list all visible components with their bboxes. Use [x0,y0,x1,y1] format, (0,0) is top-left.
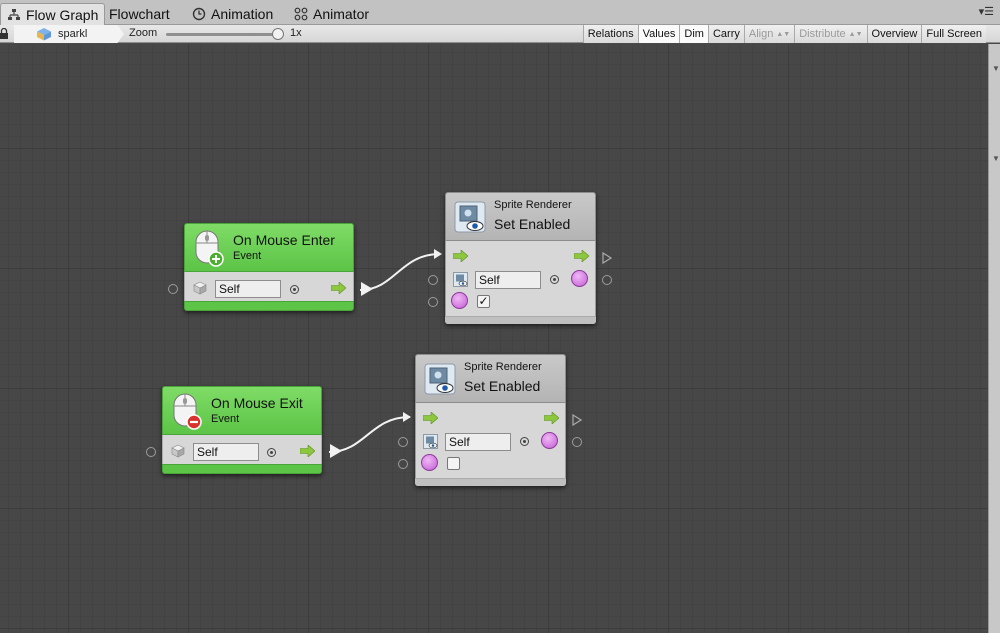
toolbar-buttons: Relations Values Dim Carry Align ▲▼ Distr… [582,25,986,43]
target-field[interactable]: Self [215,280,281,298]
sprite-renderer-icon [454,201,486,233]
value-input-port[interactable] [428,297,438,307]
tab-menu-icon[interactable]: ▾☰ [979,5,994,18]
set-enabled-node-1[interactable]: Sprite Renderer Set Enabled Self ✓ [445,192,596,324]
updown-arrow-icon: ▲▼ [776,30,791,38]
carry-button[interactable]: Carry [707,25,744,43]
chevron-down-icon[interactable]: ▼ [992,64,1000,73]
value-input-port[interactable] [451,292,468,309]
flow-input-arrow-icon[interactable] [453,250,468,262]
tab-animation[interactable]: Animation [186,3,279,25]
target-icon[interactable] [520,437,529,446]
mouse-exit-icon [173,393,202,430]
value-output-port[interactable] [541,432,558,449]
tab-flow-graph[interactable]: Flow Graph [0,3,106,25]
zoom-value: 1x [290,27,302,39]
event-input-port[interactable] [168,284,178,294]
side-panel: ▼ ▼ [988,44,1000,633]
component-name: Sprite Renderer [494,199,572,211]
tab-label: Flowchart [109,6,170,22]
breadcrumb[interactable]: sparkl [14,25,124,43]
flow-input-arrow-icon[interactable] [423,412,438,424]
distribute-label: Distribute [799,28,846,40]
flow-output-arrow-icon[interactable] [300,445,315,457]
node-title: Set Enabled [494,216,571,232]
values-button[interactable]: Values [637,25,680,43]
node-footer [184,301,354,311]
node-subtitle: Event [233,250,262,262]
node-footer [162,464,322,474]
target-icon[interactable] [267,448,276,457]
node-footer [415,478,566,486]
target-field[interactable]: Self [445,433,511,451]
value-input-port[interactable] [421,454,438,471]
flow-output-arrow-icon[interactable] [331,282,346,294]
zoom-slider[interactable] [166,33,280,36]
target-icon[interactable] [550,275,559,284]
cube-icon [171,444,185,458]
distribute-button[interactable]: Distribute ▲▼ [794,25,867,43]
tab-label: Animator [313,6,370,22]
enabled-checkbox[interactable]: ✓ [477,295,490,308]
align-label: Align [748,28,774,40]
tab-flowchart[interactable]: Flowchart [103,3,176,25]
tab-label: Animation [211,6,274,22]
clock-icon [192,7,206,21]
flow-output-arrow-icon[interactable] [544,412,559,424]
value-output-port[interactable] [572,437,582,447]
flow-output-triangle-icon[interactable] [602,252,612,264]
flow-graph-window: Flow Graph Flowchart Animation Animator … [0,0,1000,633]
target-input-port[interactable] [428,275,438,285]
value-output-port[interactable] [571,270,588,287]
mouse-enter-icon [195,230,224,267]
node-subtitle: Event [211,413,240,425]
toolbar: sparkl Zoom 1x Relations Values Dim Carr… [0,25,1000,43]
target-field[interactable]: Self [193,443,259,461]
component-name: Sprite Renderer [464,361,542,373]
on-mouse-enter-node[interactable]: On Mouse Enter Event Self [184,223,354,311]
updown-arrow-icon: ▲▼ [848,30,863,38]
relations-button[interactable]: Relations [582,25,638,43]
full-screen-button[interactable]: Full Screen [921,25,986,43]
dim-button[interactable]: Dim [679,25,708,43]
sprite-renderer-icon [453,272,468,287]
hierarchy-icon [8,8,20,20]
target-field[interactable]: Self [475,271,541,289]
target-input-port[interactable] [398,437,408,447]
lock-icon[interactable] [0,28,8,39]
node-footer [445,316,596,324]
sprite-renderer-icon [423,434,438,449]
cube-icon [193,281,207,295]
tab-label: Flow Graph [26,6,99,23]
set-enabled-node-2[interactable]: Sprite Renderer Set Enabled Self [415,354,566,486]
node-title: On Mouse Exit [211,395,303,411]
sprite-renderer-icon [424,363,456,395]
gameobject-icon [37,28,51,41]
enabled-checkbox[interactable] [447,457,460,470]
align-button[interactable]: Align ▲▼ [743,25,795,43]
overview-button[interactable]: Overview [866,25,922,43]
tab-bar: Flow Graph Flowchart Animation Animator … [0,0,1000,25]
node-title: Set Enabled [464,378,541,394]
animator-icon [294,7,308,21]
flow-output-triangle-icon[interactable] [572,414,582,426]
value-input-port[interactable] [398,459,408,469]
event-input-port[interactable] [146,447,156,457]
chevron-down-icon[interactable]: ▼ [992,154,1000,163]
graph-canvas[interactable] [0,44,988,633]
target-icon[interactable] [290,285,299,294]
zoom-slider-thumb[interactable] [272,28,284,40]
flow-output-arrow-icon[interactable] [574,250,589,262]
node-title: On Mouse Enter [233,232,335,248]
value-output-port[interactable] [602,275,612,285]
breadcrumb-label: sparkl [58,28,88,40]
zoom-label: Zoom [129,27,158,39]
on-mouse-exit-node[interactable]: On Mouse Exit Event Self [162,386,322,474]
tab-animator[interactable]: Animator [288,3,375,25]
